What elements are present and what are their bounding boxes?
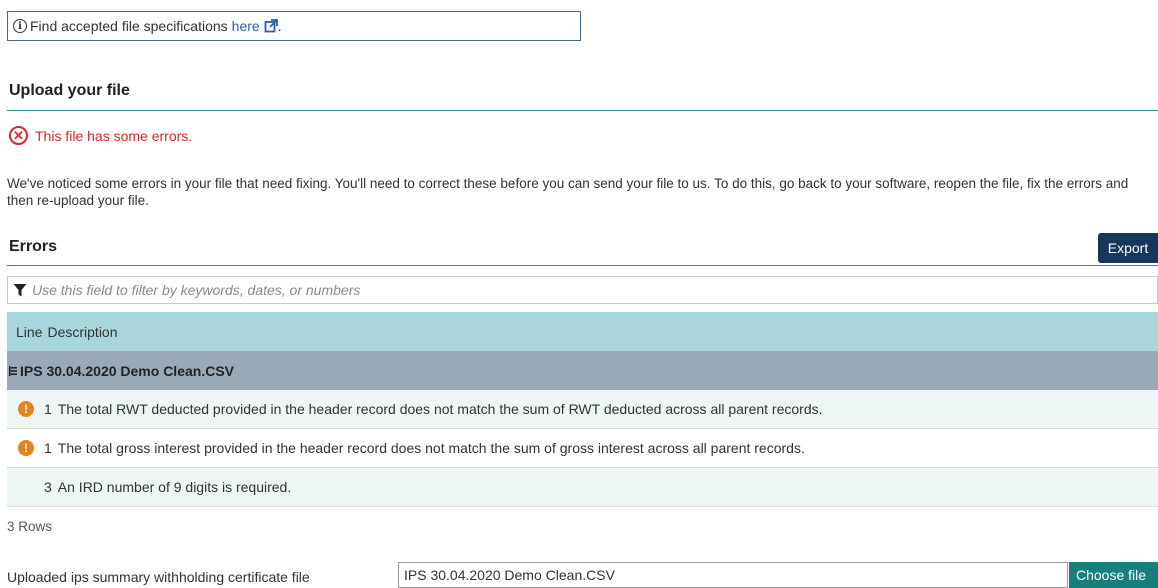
choose-file-button[interactable]: Choose file — [1069, 562, 1158, 588]
filter-input[interactable] — [32, 282, 1132, 298]
row-line-number: 1 — [44, 440, 52, 456]
info-text: Find accepted file specifications — [30, 18, 228, 34]
errors-section-divider — [7, 265, 1158, 266]
column-header-line[interactable]: Line — [16, 324, 42, 340]
table-row: 3 An IRD number of 9 digits is required. — [7, 468, 1158, 507]
collapse-icon[interactable] — [9, 365, 17, 377]
table-row: ! 1 The total gross interest provided in… — [7, 429, 1158, 468]
row-line-number: 1 — [44, 401, 52, 417]
row-count: 3 Rows — [7, 519, 53, 534]
uploaded-file-label: Uploaded ips summary withholding certifi… — [7, 569, 310, 585]
external-link-icon[interactable] — [264, 19, 278, 33]
errors-section-title: Errors — [9, 238, 58, 255]
row-description: The total RWT deducted provided in the h… — [57, 401, 823, 417]
errors-table: Line Description IPS 30.04.2020 Demo Cle… — [7, 312, 1158, 507]
group-file-name: IPS 30.04.2020 Demo Clean.CSV — [20, 362, 234, 379]
error-notice: We've noticed some errors in your file t… — [7, 176, 1129, 208]
upload-section-title: Upload your file — [9, 82, 130, 99]
error-status: ✕ This file has some errors. — [9, 126, 192, 145]
row-description: An IRD number of 9 digits is required. — [57, 479, 292, 495]
row-description: The total gross interest provided in the… — [57, 440, 805, 456]
warning-icon: ! — [18, 440, 34, 456]
file-spec-link[interactable]: here — [232, 18, 260, 34]
error-x-icon: ✕ — [9, 126, 28, 145]
table-header: Line Description — [7, 312, 1158, 351]
row-line-number: 3 — [44, 479, 52, 495]
error-status-text: This file has some errors. — [35, 127, 193, 144]
group-row[interactable]: IPS 30.04.2020 Demo Clean.CSV — [7, 351, 1158, 390]
export-button[interactable]: Export — [1098, 233, 1158, 263]
upload-section-divider — [7, 110, 1158, 111]
info-icon: i — [13, 19, 27, 33]
warning-icon: ! — [18, 401, 34, 417]
filter-icon — [13, 284, 27, 297]
filter-bar[interactable] — [7, 276, 1158, 304]
uploaded-file-field[interactable]: IPS 30.04.2020 Demo Clean.CSV — [398, 562, 1068, 588]
column-header-description[interactable]: Description — [47, 324, 117, 340]
table-row: ! 1 The total RWT deducted provided in t… — [7, 390, 1158, 429]
info-suffix: . — [277, 18, 282, 34]
file-spec-info-box: i Find accepted file specifications here… — [7, 11, 581, 41]
